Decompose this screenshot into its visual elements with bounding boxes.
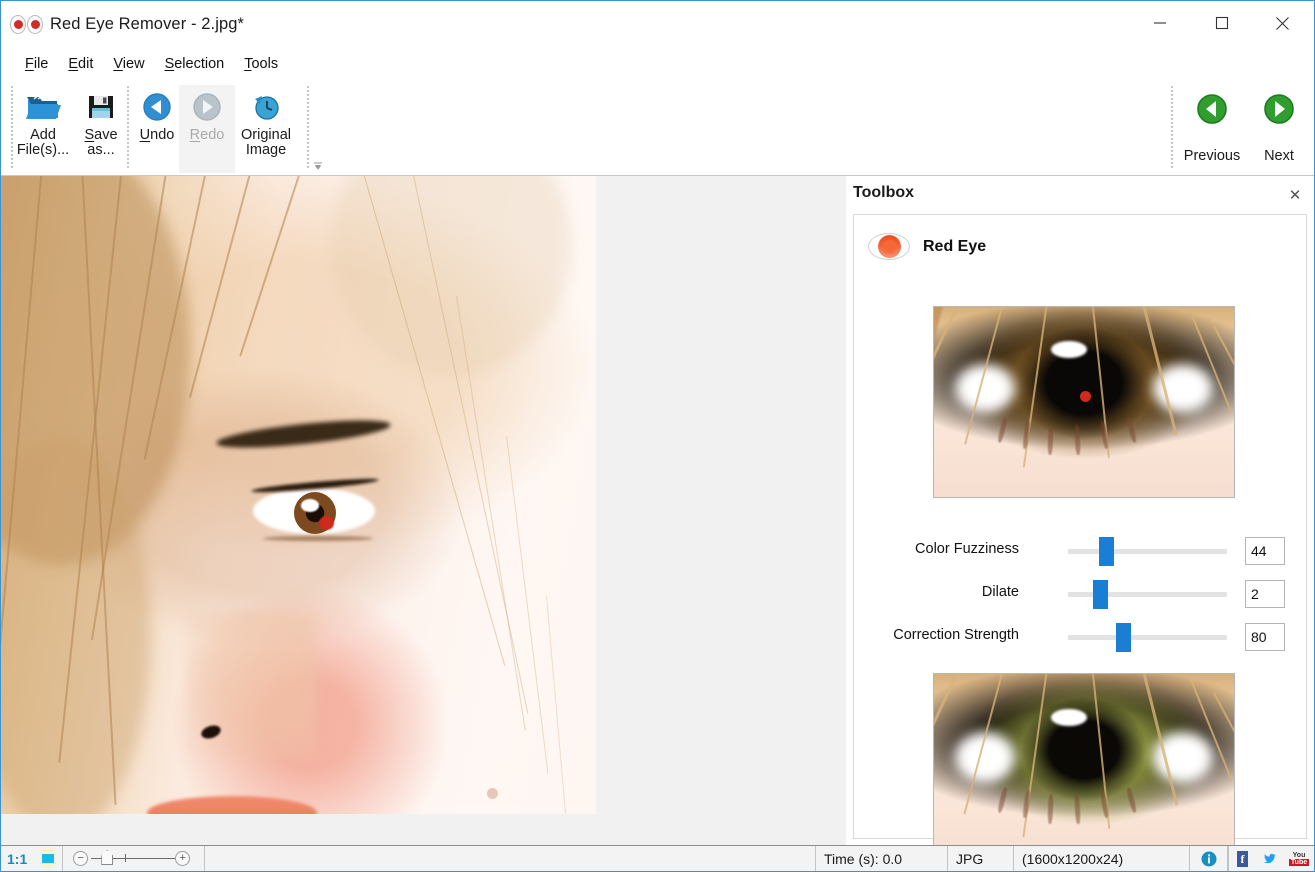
youtube-bottom-text: Tube [1289,859,1309,866]
preview-before-image [933,306,1235,498]
slider-row-dilate: Dilate 2 [854,580,1308,610]
zoom-tick [125,854,126,862]
toolbar-divider-4 [1171,86,1173,168]
add-files-label: Add File(s)... [17,128,69,158]
close-icon[interactable]: ✕ [1286,186,1304,204]
zoom-out-button[interactable]: − [73,851,88,866]
toolbox-body: Red Eye [853,214,1307,839]
facebook-icon[interactable]: f [1228,846,1256,871]
image-dimensions: (1600x1200x24) [1014,846,1190,871]
status-filler [205,846,816,871]
green-left-arrow-icon [1196,93,1228,130]
menu-file-rest: ile [34,56,49,72]
correction-strength-value[interactable]: 80 [1245,623,1285,651]
save-as-label: Save as... [84,128,117,158]
toolbox-title: Toolbox [853,184,914,202]
previous-button[interactable]: Previous [1175,85,1249,173]
correction-strength-slider[interactable] [1068,635,1227,640]
original-image-label: Original Image [241,128,291,158]
dilate-label: Dilate [982,584,1019,600]
zoom-ratio-label: 1:1 [1,846,33,871]
menu-file[interactable]: File [15,53,58,75]
next-button[interactable]: Next [1249,85,1309,173]
menu-tools-rest: ools [251,56,278,72]
menu-view-rest: iew [123,56,145,72]
menu-edit-rest: dit [78,56,93,72]
toolbar-divider [11,86,13,168]
zoom-handle[interactable] [101,850,113,865]
youtube-icon[interactable]: You Tube [1284,846,1314,871]
zoom-slider[interactable]: − + [63,846,205,871]
dilate-thumb[interactable] [1093,580,1108,609]
redo-button[interactable]: Redo [179,85,235,173]
correction-strength-label: Correction Strength [893,627,1019,643]
status-bar: 1:1 − + Time (s): 0.0 JPG (1600x1200x24)… [1,845,1314,871]
undo-arrow-icon [142,90,172,124]
toolbox-header: Toolbox ✕ [846,176,1314,214]
chevron-down-icon[interactable] [312,158,324,176]
image-canvas[interactable] [1,176,846,845]
menu-selection[interactable]: Selection [155,53,235,75]
file-format: JPG [948,846,1014,871]
dilate-value[interactable]: 2 [1245,580,1285,608]
open-folder-icon [25,90,61,124]
color-fuzziness-value[interactable]: 44 [1245,537,1285,565]
close-icon[interactable] [1259,1,1305,45]
redo-rest: edo [200,127,224,143]
title-bar: Red Eye Remover - 2.jpg* [1,1,1314,47]
clock-revert-icon [251,90,281,124]
info-icon[interactable] [1190,846,1228,871]
color-fuzziness-thumb[interactable] [1099,537,1114,566]
application-window: Red Eye Remover - 2.jpg* File Edit View … [0,0,1315,872]
tool-header: Red Eye [868,233,986,260]
minimize-icon[interactable] [1137,1,1183,45]
red-eye-marker [1080,391,1091,402]
window-title: Red Eye Remover - 2.jpg* [50,15,244,34]
menu-selection-rest: election [174,56,224,72]
maximize-icon[interactable] [1199,1,1245,45]
dilate-slider[interactable] [1068,592,1227,597]
menu-bar: File Edit View Selection Tools [1,47,1314,80]
tool-name: Red Eye [923,238,986,256]
menu-edit[interactable]: Edit [58,53,103,75]
undo-rest: ndo [150,127,174,143]
save-as-button[interactable]: Save as... [73,85,129,173]
color-fuzziness-label: Color Fuzziness [915,541,1019,557]
youtube-top-text: You [1293,852,1306,859]
next-label: Next [1264,148,1294,164]
redo-label: Redo [190,128,225,143]
redo-arrow-icon [192,90,222,124]
twitter-icon[interactable] [1256,846,1284,871]
toolbar-divider-3 [307,86,309,168]
fit-to-window-icon[interactable] [33,846,63,871]
add-files-button[interactable]: Add File(s)... [15,85,71,173]
preview-after-image [933,673,1235,869]
floppy-disk-icon [86,90,116,124]
undo-button[interactable]: Undo [129,85,185,173]
original-image-button[interactable]: Original Image [229,85,303,173]
slider-row-correction-strength: Correction Strength 80 [854,623,1308,653]
color-fuzziness-slider[interactable] [1068,549,1227,554]
green-right-arrow-icon [1263,93,1295,130]
save-as-rest: ave [94,127,117,143]
toolbox-panel: Toolbox ✕ Red Eye [846,176,1314,845]
menu-view[interactable]: View [103,53,154,75]
zoom-in-button[interactable]: + [175,851,190,866]
canvas-background [1,814,846,845]
slider-row-color-fuzziness: Color Fuzziness 44 [854,537,1308,567]
red-eye-tool-icon [868,233,910,260]
previous-label: Previous [1184,148,1240,164]
facebook-glyph: f [1237,851,1248,867]
toolbar: Add File(s)... Save as... [1,80,1314,176]
processing-time: Time (s): 0.0 [816,846,948,871]
correction-strength-thumb[interactable] [1116,623,1131,652]
portrait-photo [1,176,596,814]
red-eye-icon [10,14,44,34]
menu-tools[interactable]: Tools [234,53,288,75]
undo-label: Undo [140,128,175,143]
